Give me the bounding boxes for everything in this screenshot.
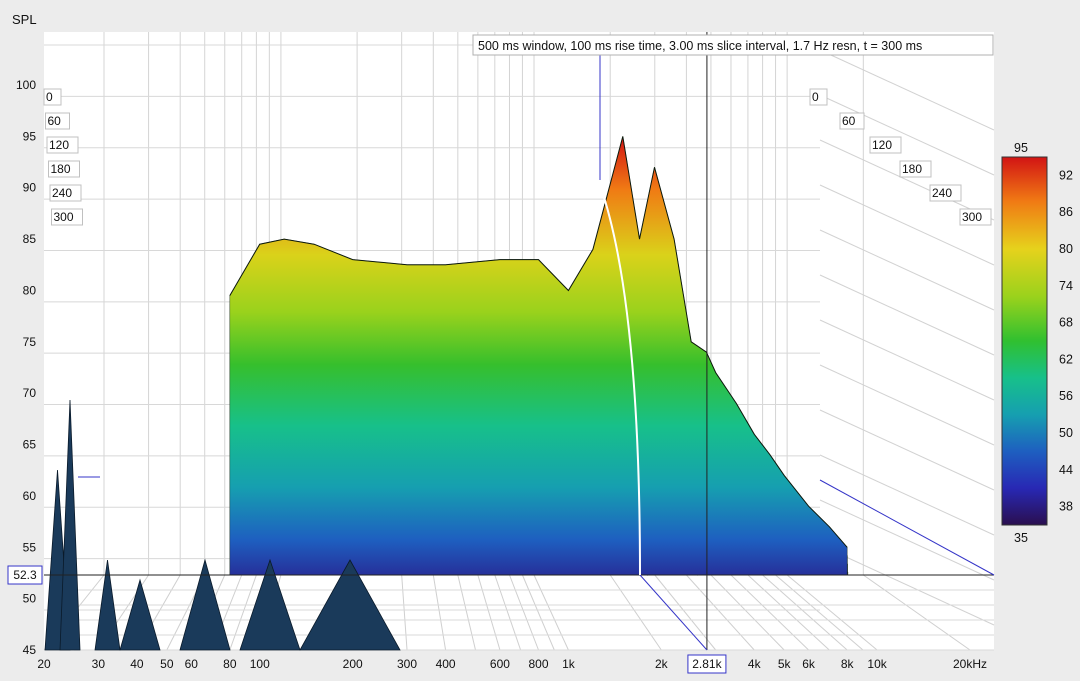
x-tick-label: 400 [436, 657, 456, 671]
y-tick-label: 95 [23, 129, 37, 143]
colorbar-min-label: 35 [1014, 531, 1028, 545]
x-tick-label: 100 [250, 657, 270, 671]
y-tick-label: 50 [23, 592, 37, 606]
time-tick-label-right: 300 [962, 210, 982, 224]
y-tick-label: 60 [23, 489, 37, 503]
x-tick-label: 2k [655, 657, 669, 671]
annotation-text: 500 ms window, 100 ms rise time, 3.00 ms… [478, 39, 922, 53]
x-tick-label: 6k [802, 657, 816, 671]
colorbar-tick-label: 44 [1059, 463, 1073, 477]
colorbar-tick-label: 80 [1059, 242, 1073, 256]
x-tick-label: 1k [562, 657, 576, 671]
x-cursor-readout: 2.81k [692, 657, 722, 671]
time-tick-label-left: 300 [54, 210, 74, 224]
y-tick-label: 75 [23, 335, 37, 349]
x-tick-label: 50 [160, 657, 174, 671]
x-tick-label: 20 [37, 657, 51, 671]
time-tick-label-left: 60 [48, 114, 62, 128]
y-tick-label: 65 [23, 438, 37, 452]
time-tick-label-right: 240 [932, 186, 952, 200]
colorbar-tick-labels: 92 86 80 74 68 62 56 50 44 38 [1059, 168, 1073, 513]
colorbar-tick-label: 50 [1059, 426, 1073, 440]
y-tick-label: 70 [23, 386, 37, 400]
colorbar-tick-label: 38 [1059, 500, 1073, 514]
y-tick-label: 100 [16, 78, 36, 92]
x-tick-label: 60 [185, 657, 199, 671]
x-tick-label: 20kHz [953, 657, 987, 671]
x-tick-label: 40 [130, 657, 144, 671]
colorbar: 95 35 92 86 80 74 68 62 56 50 44 38 [1001, 141, 1073, 545]
colorbar-tick-label: 92 [1059, 168, 1073, 182]
colorbar-tick-label: 86 [1059, 205, 1073, 219]
x-tick-label: 30 [92, 657, 106, 671]
time-tick-label-left: 180 [51, 162, 71, 176]
time-tick-label-right: 120 [872, 138, 892, 152]
annotation-box: 500 ms window, 100 ms rise time, 3.00 ms… [472, 34, 994, 56]
y-tick-labels: 45 50 55 60 65 70 75 80 85 90 95 100 52.3 [7, 78, 43, 657]
x-tick-label: 5k [778, 657, 792, 671]
colorbar-max-label: 95 [1014, 141, 1028, 155]
x-tick-labels: 20 30 40 50 60 80 100 200 300 400 600 800 1k 2k 2.81k 4… [37, 654, 987, 674]
colorbar-tick-label: 62 [1059, 352, 1073, 366]
y-cursor-readout: 52.3 [13, 568, 37, 582]
x-tick-label: 300 [397, 657, 417, 671]
colorbar-tick-label: 68 [1059, 316, 1073, 330]
colorbar-gradient [1001, 156, 1048, 526]
y-tick-label: 90 [23, 181, 37, 195]
x-tick-label: 4k [748, 657, 762, 671]
colorbar-tick-label: 74 [1059, 279, 1073, 293]
x-tick-label: 80 [223, 657, 237, 671]
time-tick-label-right: 0 [812, 90, 819, 104]
x-tick-label: 10k [867, 657, 887, 671]
y-tick-label: 55 [23, 540, 37, 554]
colorbar-tick-label: 56 [1059, 389, 1073, 403]
y-tick-label: 80 [23, 283, 37, 297]
x-tick-label: 200 [343, 657, 363, 671]
time-tick-label-right: 60 [842, 114, 856, 128]
waterfall-plot[interactable]: SPL 45 50 55 60 65 70 75 80 85 90 95 100 52.3 20 30 40… [0, 0, 1080, 681]
x-tick-label: 800 [528, 657, 548, 671]
x-tick-label: 600 [490, 657, 510, 671]
y-tick-label: 85 [23, 232, 37, 246]
y-axis-label: SPL [12, 12, 37, 27]
time-tick-label-left: 0 [46, 90, 53, 104]
time-tick-label-right: 180 [902, 162, 922, 176]
time-tick-label-left: 240 [52, 186, 72, 200]
y-tick-label: 45 [23, 643, 37, 657]
x-tick-label: 8k [841, 657, 855, 671]
time-tick-label-left: 120 [49, 138, 69, 152]
